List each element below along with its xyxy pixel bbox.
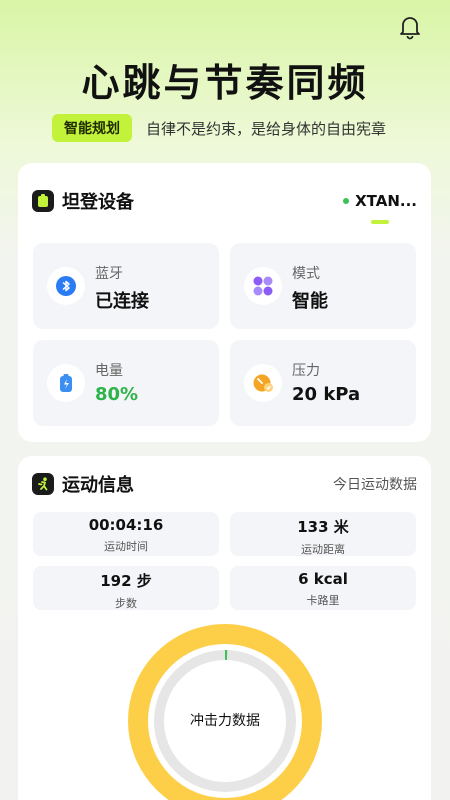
device-selected-indicator xyxy=(371,220,390,224)
stat-value: 00:04:16 xyxy=(88,516,164,534)
stat-value: 6 kcal xyxy=(298,570,348,588)
mode-tile[interactable]: 模式 智能 xyxy=(230,243,416,329)
device-card: 坦登设备 XTAN... 蓝牙 已连接 模式 智能 电量 80% 压力 20 k… xyxy=(18,163,431,442)
today-data-label[interactable]: 今日运动数据 xyxy=(333,474,417,494)
battery-value: 80% xyxy=(95,384,139,405)
sport-card-header: 运动信息 今日运动数据 xyxy=(32,470,417,498)
stat-label: 运动距离 xyxy=(301,543,345,556)
hero-subtitle: 智能规划 自律不是约束，是给身体的自由宪章 xyxy=(52,114,386,142)
grid-dots-icon xyxy=(244,267,282,305)
bluetooth-tile[interactable]: 蓝牙 已连接 xyxy=(33,243,219,329)
notification-bell-icon[interactable] xyxy=(398,14,422,40)
bluetooth-icon xyxy=(47,267,85,305)
device-selector[interactable]: XTAN... xyxy=(343,192,417,224)
device-card-title: 坦登设备 xyxy=(62,192,134,213)
pressure-tile[interactable]: 压力 20 kPa xyxy=(230,340,416,426)
stat-exercise-time: 00:04:16 运动时间 xyxy=(33,512,219,556)
sport-card: 运动信息 今日运动数据 00:04:16 运动时间 133 米 运动距离 192… xyxy=(18,456,431,800)
device-card-header: 坦登设备 XTAN... xyxy=(32,187,417,224)
stat-value: 133 米 xyxy=(297,518,349,536)
pressure-label: 压力 xyxy=(292,363,320,379)
connection-status-dot xyxy=(343,198,350,204)
battery-icon xyxy=(47,364,85,402)
smart-plan-tag[interactable]: 智能规划 xyxy=(52,114,132,142)
stat-label: 卡路里 xyxy=(306,594,340,607)
impact-ring[interactable]: 冲击力数据 xyxy=(128,624,322,800)
battery-tile[interactable]: 电量 80% xyxy=(33,340,219,426)
device-name: XTAN... xyxy=(355,192,417,210)
stat-label: 运动时间 xyxy=(104,540,148,553)
bluetooth-label: 蓝牙 xyxy=(95,266,123,282)
device-icon xyxy=(32,190,54,212)
stat-value: 192 步 xyxy=(100,572,152,590)
slogan-text: 自律不是约束，是给身体的自由宪章 xyxy=(146,119,387,138)
impact-data-label: 冲击力数据 xyxy=(190,713,260,729)
stat-label: 步数 xyxy=(115,597,137,610)
mode-label: 模式 xyxy=(292,266,320,282)
pressure-value: 20 kPa xyxy=(292,384,361,405)
page-title: 心跳与节奏同频 xyxy=(81,61,369,105)
running-icon xyxy=(32,473,54,495)
stat-steps: 192 步 步数 xyxy=(33,566,219,610)
mode-value: 智能 xyxy=(292,291,328,312)
battery-label: 电量 xyxy=(95,363,123,379)
pressure-gauge-icon xyxy=(244,364,282,402)
bluetooth-value: 已连接 xyxy=(95,291,149,312)
stat-distance: 133 米 运动距离 xyxy=(230,512,416,556)
sport-card-title: 运动信息 xyxy=(62,475,134,496)
stat-calories: 6 kcal 卡路里 xyxy=(230,566,416,610)
